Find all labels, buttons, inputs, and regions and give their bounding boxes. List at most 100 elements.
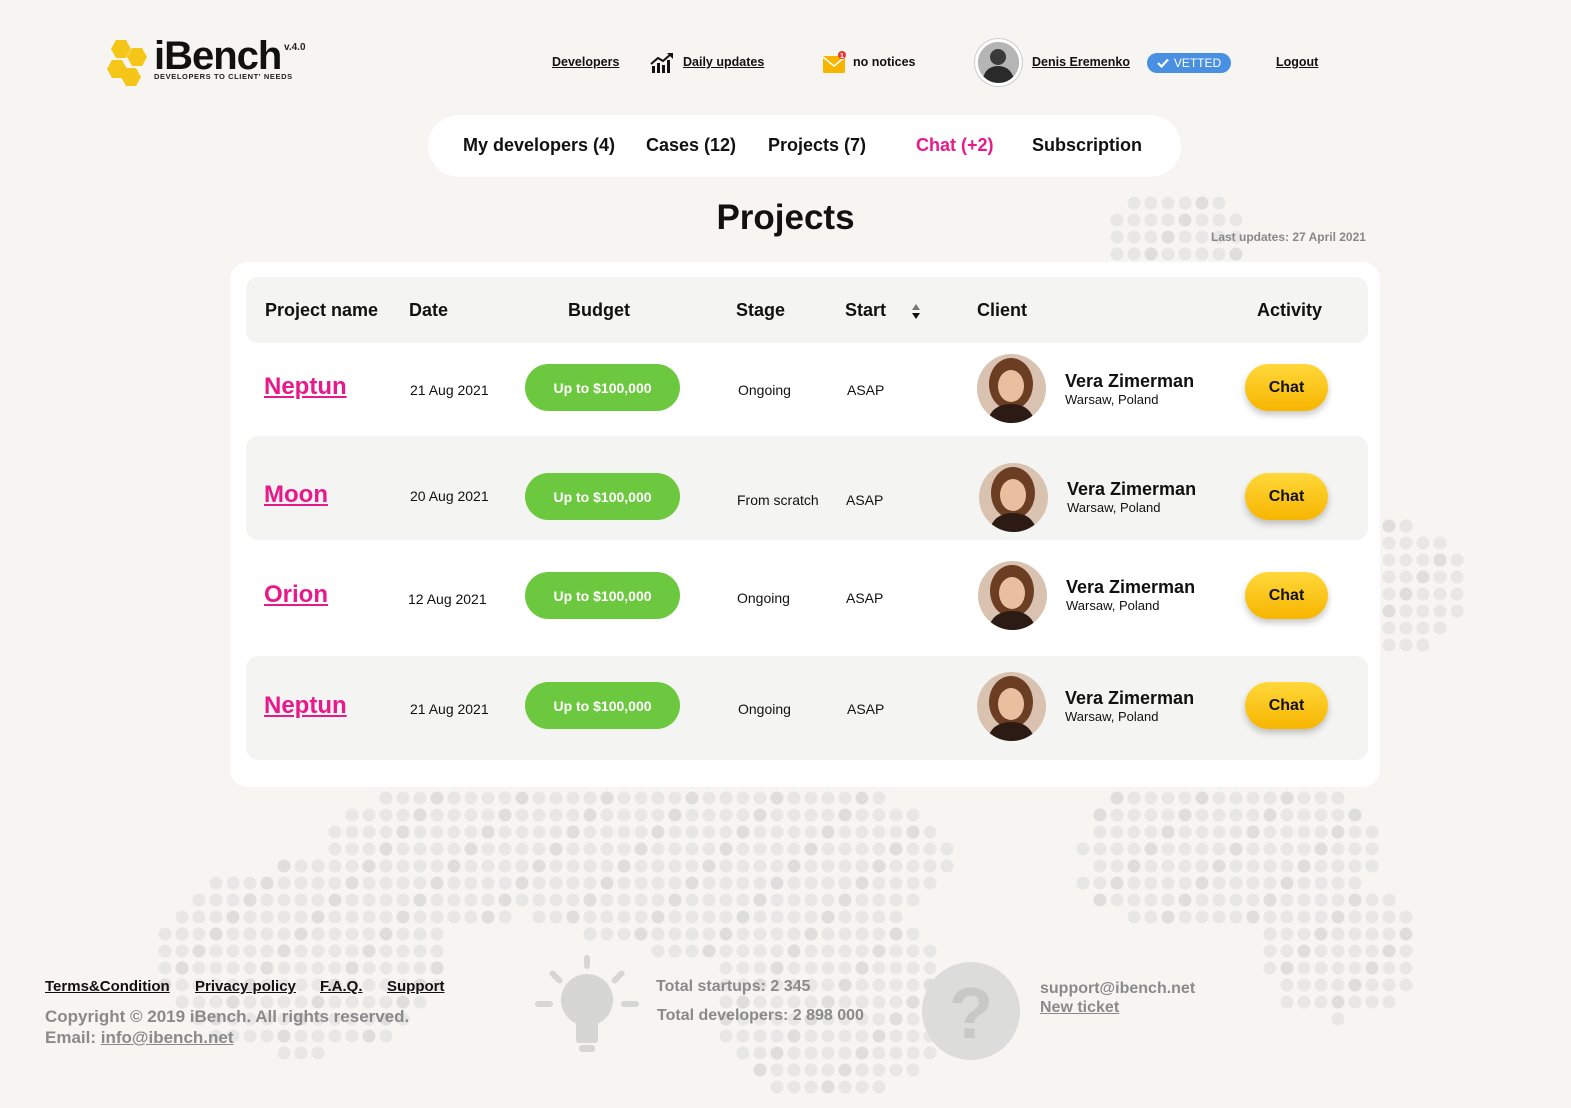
user-avatar[interactable] (975, 39, 1022, 86)
background-dot (1297, 927, 1311, 941)
col-client[interactable]: Client (977, 300, 1027, 321)
privacy-link[interactable]: Privacy policy (195, 978, 296, 995)
background-dot (600, 791, 614, 805)
background-dot (1076, 876, 1090, 890)
project-name-link[interactable]: Neptun (264, 373, 347, 401)
background-dot (175, 927, 189, 941)
background-dot (906, 893, 920, 907)
background-dot (821, 1029, 835, 1043)
background-dot (1144, 876, 1158, 890)
background-dot (855, 978, 869, 992)
col-activity[interactable]: Activity (1257, 300, 1322, 321)
support-link[interactable]: Support (387, 978, 445, 995)
background-dot (294, 1029, 308, 1043)
logout-link[interactable]: Logout (1276, 55, 1318, 69)
background-dot (804, 842, 818, 856)
background-dot (226, 927, 240, 941)
background-dot (1450, 587, 1464, 601)
ibench-logo[interactable]: iBench v.4.0 DEVELOPERS TO CLIENT' NEEDS (102, 34, 322, 90)
background-dot (175, 961, 189, 975)
user-name-link[interactable]: Denis Eremenko (1032, 55, 1130, 69)
chat-button[interactable]: Chat (1245, 473, 1328, 520)
background-dot (1365, 944, 1379, 958)
background-dot (1365, 961, 1379, 975)
support-email[interactable]: support@ibench.net (1040, 980, 1195, 998)
chat-button[interactable]: Chat (1245, 682, 1328, 729)
background-dot (634, 859, 648, 873)
background-dot (175, 944, 189, 958)
nav-my-developers[interactable]: My developers (4) (463, 135, 615, 156)
background-dot (583, 791, 597, 805)
background-dot (1144, 910, 1158, 924)
background-dot (1365, 859, 1379, 873)
new-ticket-link[interactable]: New ticket (1040, 999, 1119, 1017)
background-dot (1212, 910, 1226, 924)
background-dot (192, 944, 206, 958)
background-dot (549, 876, 563, 890)
background-dot (583, 808, 597, 822)
background-dot (1110, 876, 1124, 890)
background-dot (1297, 910, 1311, 924)
col-project-name[interactable]: Project name (265, 300, 378, 321)
background-dot (923, 842, 937, 856)
background-dot (464, 910, 478, 924)
background-dot (549, 825, 563, 839)
background-dot (1161, 876, 1175, 890)
background-dot (617, 893, 631, 907)
client-avatar[interactable] (977, 672, 1046, 741)
project-name-link[interactable]: Moon (264, 481, 328, 509)
background-dot (1399, 638, 1413, 652)
terms-link[interactable]: Terms&Condition (45, 978, 170, 995)
background-dot (243, 944, 257, 958)
background-dot (821, 859, 835, 873)
background-dot (192, 927, 206, 941)
client-avatar[interactable] (978, 561, 1047, 630)
background-dot (1144, 247, 1158, 261)
background-dot (855, 1029, 869, 1043)
background-dot (668, 791, 682, 805)
background-dot (566, 893, 580, 907)
chat-button[interactable]: Chat (1245, 364, 1328, 411)
sort-icon[interactable] (911, 303, 921, 321)
email-link[interactable]: info@ibench.net (101, 1028, 234, 1047)
project-name-link[interactable]: Orion (264, 581, 328, 609)
background-dot (481, 825, 495, 839)
nav-subscription[interactable]: Subscription (1032, 135, 1142, 156)
background-dot (1348, 859, 1362, 873)
background-dot (804, 825, 818, 839)
background-dot (838, 859, 852, 873)
table-row: Orion 12 Aug 2021 Up to $100,000 Ongoing… (246, 540, 1368, 656)
background-dot (702, 859, 716, 873)
background-dot (1178, 893, 1192, 907)
nav-cases[interactable]: Cases (12) (646, 135, 736, 156)
client-avatar[interactable] (979, 463, 1048, 532)
background-dot (1093, 842, 1107, 856)
col-budget[interactable]: Budget (568, 300, 630, 321)
col-date[interactable]: Date (409, 300, 448, 321)
daily-updates-link[interactable]: Daily updates (683, 55, 764, 69)
background-dot (1144, 842, 1158, 856)
background-dot (1212, 842, 1226, 856)
faq-link[interactable]: F.A.Q. (320, 978, 363, 995)
background-dot (1161, 825, 1175, 839)
col-start[interactable]: Start (845, 300, 886, 321)
background-dot (1246, 791, 1260, 805)
envelope-icon[interactable]: 1 (822, 50, 848, 74)
background-dot (1144, 859, 1158, 873)
background-dot (413, 842, 427, 856)
background-dot (396, 927, 410, 941)
developers-link[interactable]: Developers (552, 55, 619, 69)
nav-chat[interactable]: Chat (+2) (916, 135, 994, 156)
background-dot (447, 893, 461, 907)
background-dot (1195, 859, 1209, 873)
background-dot (719, 927, 733, 941)
background-dot (906, 876, 920, 890)
background-dot (872, 893, 886, 907)
project-name-link[interactable]: Neptun (264, 692, 347, 720)
client-avatar[interactable] (977, 354, 1046, 423)
nav-projects[interactable]: Projects (7) (768, 135, 866, 156)
chat-button[interactable]: Chat (1245, 572, 1328, 619)
col-stage[interactable]: Stage (736, 300, 785, 321)
background-dot (821, 808, 835, 822)
background-dot (889, 842, 903, 856)
